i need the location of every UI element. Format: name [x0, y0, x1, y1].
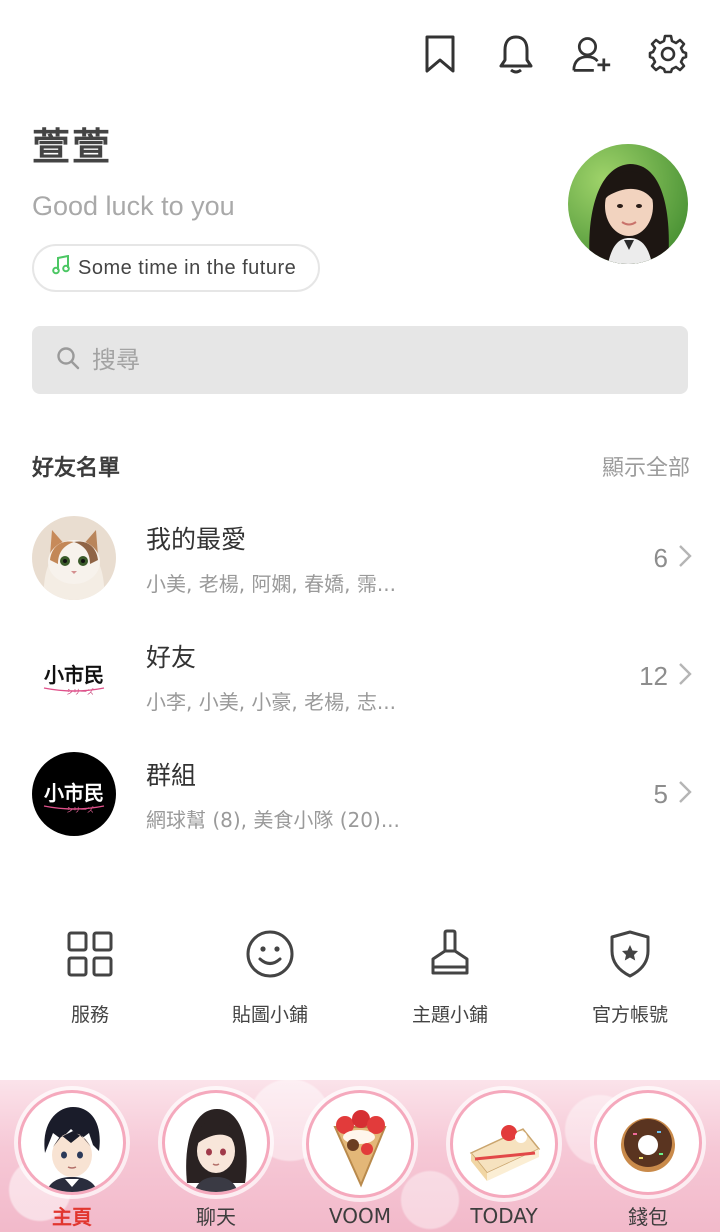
friends-section-title: 好友名單 — [32, 456, 121, 481]
search-input[interactable] — [92, 346, 652, 374]
bell-icon[interactable] — [496, 30, 536, 78]
tab-home[interactable]: 主頁 — [14, 1090, 130, 1230]
profile-music-button[interactable]: Some time in the future — [32, 244, 321, 292]
tab-chats[interactable]: 聊天 — [158, 1090, 274, 1230]
cat-avatar — [32, 516, 116, 600]
list-item-count: 5 — [653, 778, 668, 809]
service-label: 官方帳號 — [591, 1004, 668, 1026]
tab-label: TODAY — [470, 1204, 538, 1228]
shield-star-icon — [608, 928, 652, 980]
tab-label: 主頁 — [52, 1205, 92, 1229]
shoshimin-logo-avatar: 小市民 シリーズ — [32, 634, 116, 718]
services-row: 服務 貼圖小鋪 主題小鋪 官方帳號 — [0, 928, 720, 1027]
show-all-link[interactable]: 顯示全部 — [602, 450, 690, 482]
gear-icon[interactable] — [648, 30, 688, 78]
list-item-friends[interactable]: 小市民 シリーズ 好友 小李, 小美, 小豪, 老楊, 志... 12 — [32, 630, 692, 722]
service-label: 主題小鋪 — [411, 1004, 488, 1026]
add-friend-icon[interactable] — [572, 30, 612, 78]
list-item-subtitle: 小美, 老楊, 阿嫻, 春嬌, 霈... — [146, 571, 396, 596]
list-item-text: 群組 網球幫 (8), 美食小隊 (20)... — [146, 756, 654, 833]
friends-section-header: 好友名單 顯示全部 — [32, 450, 690, 482]
profile-music-label: Some time in the future — [78, 256, 297, 279]
list-item-count: 6 — [653, 542, 668, 573]
shoshimin-logo-avatar-dark: 小市民 シリーズ — [32, 752, 116, 836]
tab-wallet[interactable]: 錢包 — [590, 1090, 706, 1230]
service-official-accounts-button[interactable]: 官方帳號 — [540, 928, 720, 1027]
list-item-title: 群組 — [146, 760, 197, 790]
list-item-groups[interactable]: 小市民 シリーズ 群組 網球幫 (8), 美食小隊 (20)... 5 — [32, 748, 692, 840]
bottom-tab-bar: 主頁 聊天 VOOM TODAY 錢包 — [0, 1080, 720, 1232]
tab-label: 錢包 — [628, 1205, 668, 1229]
list-item-count: 12 — [639, 660, 668, 691]
chats-tab-icon — [162, 1090, 270, 1195]
music-note-icon — [52, 254, 70, 281]
profile-header: 萱萱 Good luck to you Some time in the fut… — [32, 116, 688, 296]
voom-tab-icon — [306, 1090, 414, 1198]
chevron-right-icon — [678, 780, 692, 809]
search-icon — [56, 346, 80, 375]
tab-today[interactable]: TODAY — [446, 1090, 562, 1230]
bookmark-icon[interactable] — [420, 30, 460, 78]
wallet-tab-icon — [594, 1090, 702, 1195]
list-item-subtitle: 網球幫 (8), 美食小隊 (20)... — [146, 807, 400, 832]
tab-label: VOOM — [328, 1204, 392, 1228]
logo-text: 小市民 — [44, 781, 104, 805]
profile-avatar[interactable] — [568, 144, 688, 264]
list-item-subtitle: 小李, 小美, 小豪, 老楊, 志... — [146, 689, 396, 714]
chevron-right-icon — [678, 662, 692, 691]
brush-icon — [427, 928, 473, 980]
smiley-icon — [245, 928, 295, 980]
chevron-right-icon — [678, 544, 692, 573]
home-tab-icon — [18, 1090, 126, 1195]
logo-text: 小市民 — [44, 663, 104, 687]
service-label: 貼圖小鋪 — [231, 1004, 308, 1026]
tab-label: 聊天 — [196, 1205, 236, 1229]
list-item-favorites[interactable]: 我的最愛 小美, 老楊, 阿嫻, 春嬌, 霈... 6 — [32, 512, 692, 604]
list-item-title: 好友 — [146, 642, 197, 672]
grid-icon — [66, 928, 114, 980]
service-label: 服務 — [70, 1004, 109, 1026]
tab-voom[interactable]: VOOM — [302, 1090, 418, 1230]
today-tab-icon — [450, 1090, 558, 1198]
list-item-title: 我的最愛 — [146, 524, 247, 554]
service-theme-shop-button[interactable]: 主題小鋪 — [360, 928, 540, 1027]
list-item-text: 好友 小李, 小美, 小豪, 老楊, 志... — [146, 638, 639, 715]
service-services-button[interactable]: 服務 — [0, 928, 180, 1027]
top-action-bar — [420, 30, 688, 78]
service-sticker-shop-button[interactable]: 貼圖小鋪 — [180, 928, 360, 1027]
search-bar[interactable] — [32, 326, 688, 394]
list-item-text: 我的最愛 小美, 老楊, 阿嫻, 春嬌, 霈... — [146, 520, 654, 597]
